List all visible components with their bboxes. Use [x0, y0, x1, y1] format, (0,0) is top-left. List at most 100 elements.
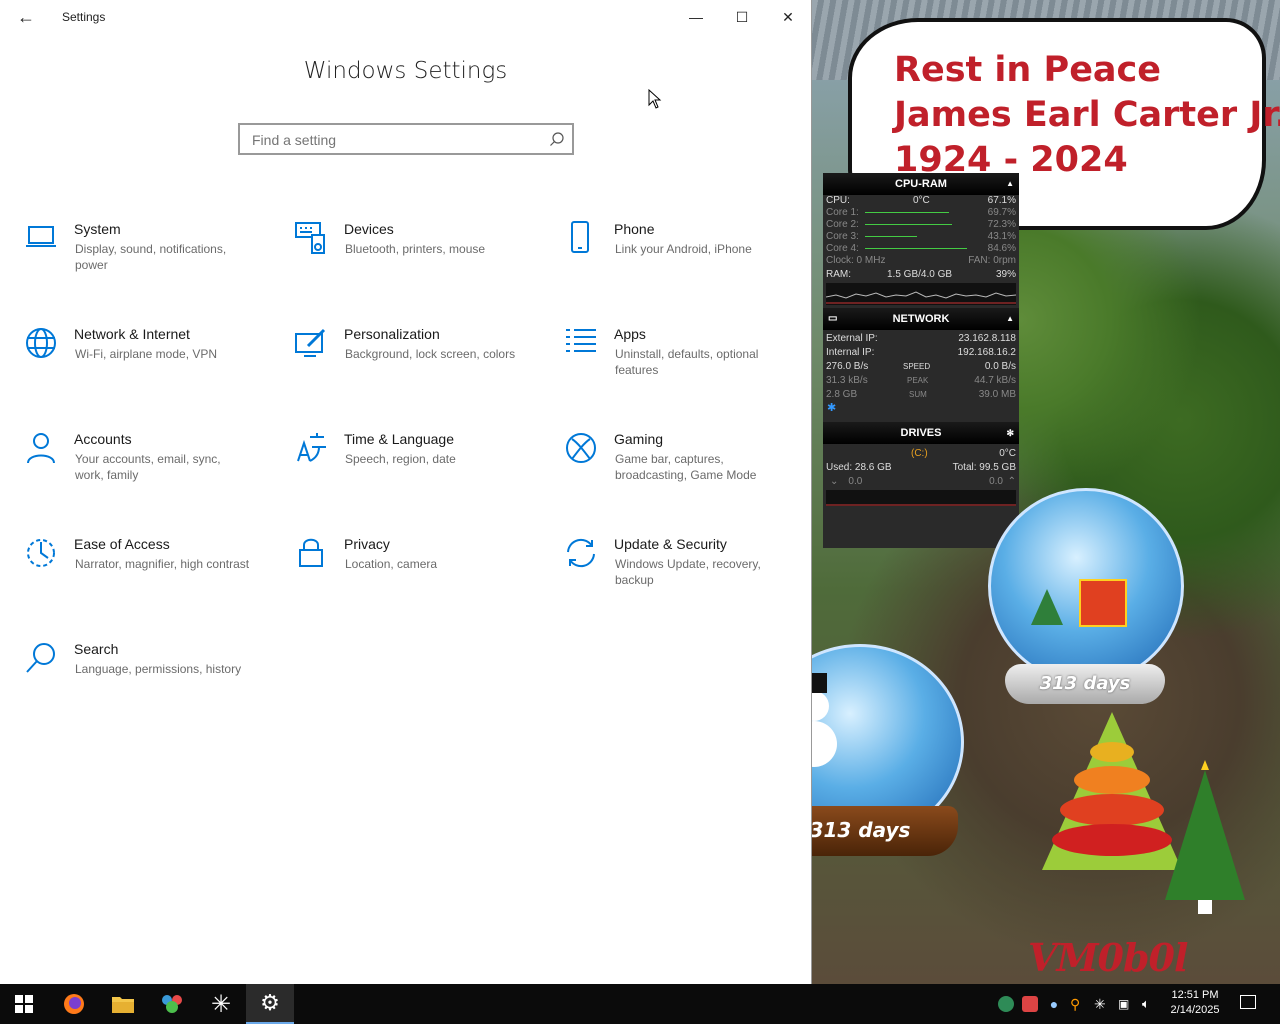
firefox-icon [64, 994, 84, 1014]
tray-app-icon[interactable] [998, 996, 1014, 1012]
taskbar-app-snowflake[interactable]: ✳ [197, 984, 245, 1024]
core-value: 43.1% [987, 231, 1016, 242]
start-button[interactable] [0, 984, 48, 1024]
tile-update-security[interactable]: Update & Security Windows Update, recove… [564, 536, 814, 616]
fan-speed: FAN: 0rpm [968, 255, 1016, 266]
collapse-icon[interactable]: ▲ [1006, 308, 1014, 330]
lock-icon [299, 538, 323, 567]
cpu-ram-title: CPU-RAM [895, 178, 947, 190]
settings-icon[interactable]: ✻ [1006, 422, 1014, 444]
drive-graph-line [826, 504, 1016, 506]
back-arrow-icon[interactable]: ← [14, 6, 38, 28]
tile-desc: Wi-Fi, airplane mode, VPN [75, 347, 218, 361]
taskbar[interactable]: ✳ ⚙ ● ⚲ ✳ ▣ 🔈︎ 12:51 PM 2/14/2025 [0, 984, 1280, 1024]
tile-network[interactable]: Network & Internet Wi-Fi, airplane mode,… [24, 326, 274, 406]
title-bar[interactable]: ← Settings — ☐ ✕ [0, 0, 811, 34]
tile-phone[interactable]: Phone Link your Android, iPhone [564, 221, 814, 301]
tile-desc: Narrator, magnifier, high contrast [75, 557, 250, 571]
globe-right-label: 313 days [1005, 664, 1165, 704]
tile-time-language[interactable]: Time & Language Speech, region, date [294, 431, 544, 511]
core-bar [865, 212, 949, 213]
drive-letter: (C:) [911, 448, 928, 459]
keyboard-speaker-icon [295, 222, 325, 254]
ram-value: 1.5 GB/4.0 GB [887, 269, 953, 280]
taskbar-settings[interactable]: ⚙ [246, 984, 294, 1024]
external-ip-label: External IP: [826, 333, 878, 344]
tile-desc: Background, lock screen, colors [345, 347, 516, 361]
folder-icon [112, 997, 134, 1013]
network-header[interactable]: ▭ NETWORK ▲ [823, 308, 1019, 330]
ram-graph-line [826, 291, 1016, 304]
snow-globe-gifts [988, 488, 1184, 684]
peak-up: 44.7 kB/s [974, 375, 1016, 386]
sum-label: SUM [909, 390, 927, 399]
tray-app-icon[interactable] [1022, 996, 1038, 1012]
tile-devices[interactable]: Devices Bluetooth, printers, mouse [294, 221, 544, 301]
taskbar-app-people[interactable] [148, 984, 196, 1024]
cpu-value: 67.1% [987, 195, 1016, 206]
sync-arrows-icon [567, 538, 595, 568]
tile-desc: Language, permissions, history [75, 662, 242, 676]
tile-search[interactable]: Search Language, permissions, history [24, 641, 274, 721]
external-ip-value: 23.162.8.118 [958, 333, 1016, 344]
sum-down: 2.8 GB [826, 389, 858, 400]
tile-gaming[interactable]: Gaming Game bar, captures, broadcasting,… [564, 431, 814, 511]
taskbar-file-explorer[interactable] [99, 984, 147, 1024]
maximize-button[interactable]: ☐ [719, 0, 765, 34]
tile-title: Personalization [344, 326, 440, 342]
xbox-icon [566, 433, 596, 463]
network-title: NETWORK [892, 313, 950, 325]
tile-desc: Your accounts, email, sync, work, family [75, 452, 221, 482]
system-monitor-gadget[interactable]: CPU-RAM ▲ CPU: 0°C 67.1% Core 1: 69.7% Core … [823, 173, 1019, 548]
settings-window[interactable]: ← Settings — ☐ ✕ Windows Settings System… [0, 0, 812, 984]
collapse-icon[interactable]: ▲ [1006, 173, 1014, 195]
windows-logo-icon [15, 995, 33, 1013]
taskbar-firefox[interactable] [50, 984, 98, 1024]
ram-percent: 39% [995, 269, 1016, 280]
core-label: Core 4: [826, 243, 859, 254]
tile-title: Search [74, 641, 119, 657]
tile-desc: Bluetooth, printers, mouse [345, 242, 486, 256]
drives-header[interactable]: DRIVES ✻ [823, 422, 1019, 444]
tile-title: Devices [344, 221, 394, 237]
drive-temp: 0°C [999, 448, 1016, 459]
core-value: 69.7% [987, 207, 1016, 218]
search-box[interactable] [238, 123, 574, 155]
close-button[interactable]: ✕ [765, 0, 811, 34]
volume-icon[interactable]: 🔈︎ [1142, 996, 1158, 1012]
snowflake-tray-icon[interactable]: ✳ [1094, 996, 1110, 1012]
tile-apps[interactable]: Apps Uninstall, defaults, optional featu… [564, 326, 814, 406]
tile-title: Phone [614, 221, 655, 237]
clock-speed: Clock: 0 MHz [826, 255, 886, 266]
notification-icon[interactable] [1240, 995, 1256, 1009]
internal-ip-value: 192.168.16.2 [957, 347, 1016, 358]
core-row: Core 2: 72.3% [823, 219, 1019, 231]
internal-ip-label: Internal IP: [826, 347, 875, 358]
globe-icon [26, 328, 56, 358]
person-icon [27, 433, 55, 464]
speed-up: 0.0 B/s [984, 361, 1016, 372]
time-language-icon [297, 433, 326, 462]
search-input[interactable] [250, 126, 544, 154]
cpu-ram-header[interactable]: CPU-RAM ▲ [823, 173, 1019, 195]
ease-of-access-icon [27, 539, 55, 567]
core-bar [865, 236, 917, 237]
tile-system[interactable]: System Display, sound, notifications, po… [24, 221, 274, 301]
drive-graph [826, 490, 1016, 506]
search-icon[interactable] [549, 131, 565, 147]
tile-privacy[interactable]: Privacy Location, camera [294, 536, 544, 616]
droplet-icon[interactable]: ● [1046, 996, 1062, 1012]
tile-desc: Speech, region, date [345, 452, 456, 466]
tile-ease-of-access[interactable]: Ease of Access Narrator, magnifier, high… [24, 536, 274, 616]
tile-accounts[interactable]: Accounts Your accounts, email, sync, wor… [24, 431, 274, 511]
snowflake-icon: ✱ [827, 402, 837, 414]
network-icon[interactable]: ▣ [1118, 996, 1134, 1012]
paint-monitor-icon [295, 328, 326, 357]
taskbar-clock[interactable]: 12:51 PM 2/14/2025 [1160, 988, 1230, 1018]
tile-desc: Link your Android, iPhone [615, 242, 752, 256]
tile-personalization[interactable]: Personalization Background, lock screen,… [294, 326, 544, 406]
search-tray-icon[interactable]: ⚲ [1070, 996, 1086, 1012]
peak-label: PEAK [907, 376, 929, 385]
minimize-button[interactable]: — [673, 0, 719, 34]
laptop-icon [26, 226, 56, 247]
